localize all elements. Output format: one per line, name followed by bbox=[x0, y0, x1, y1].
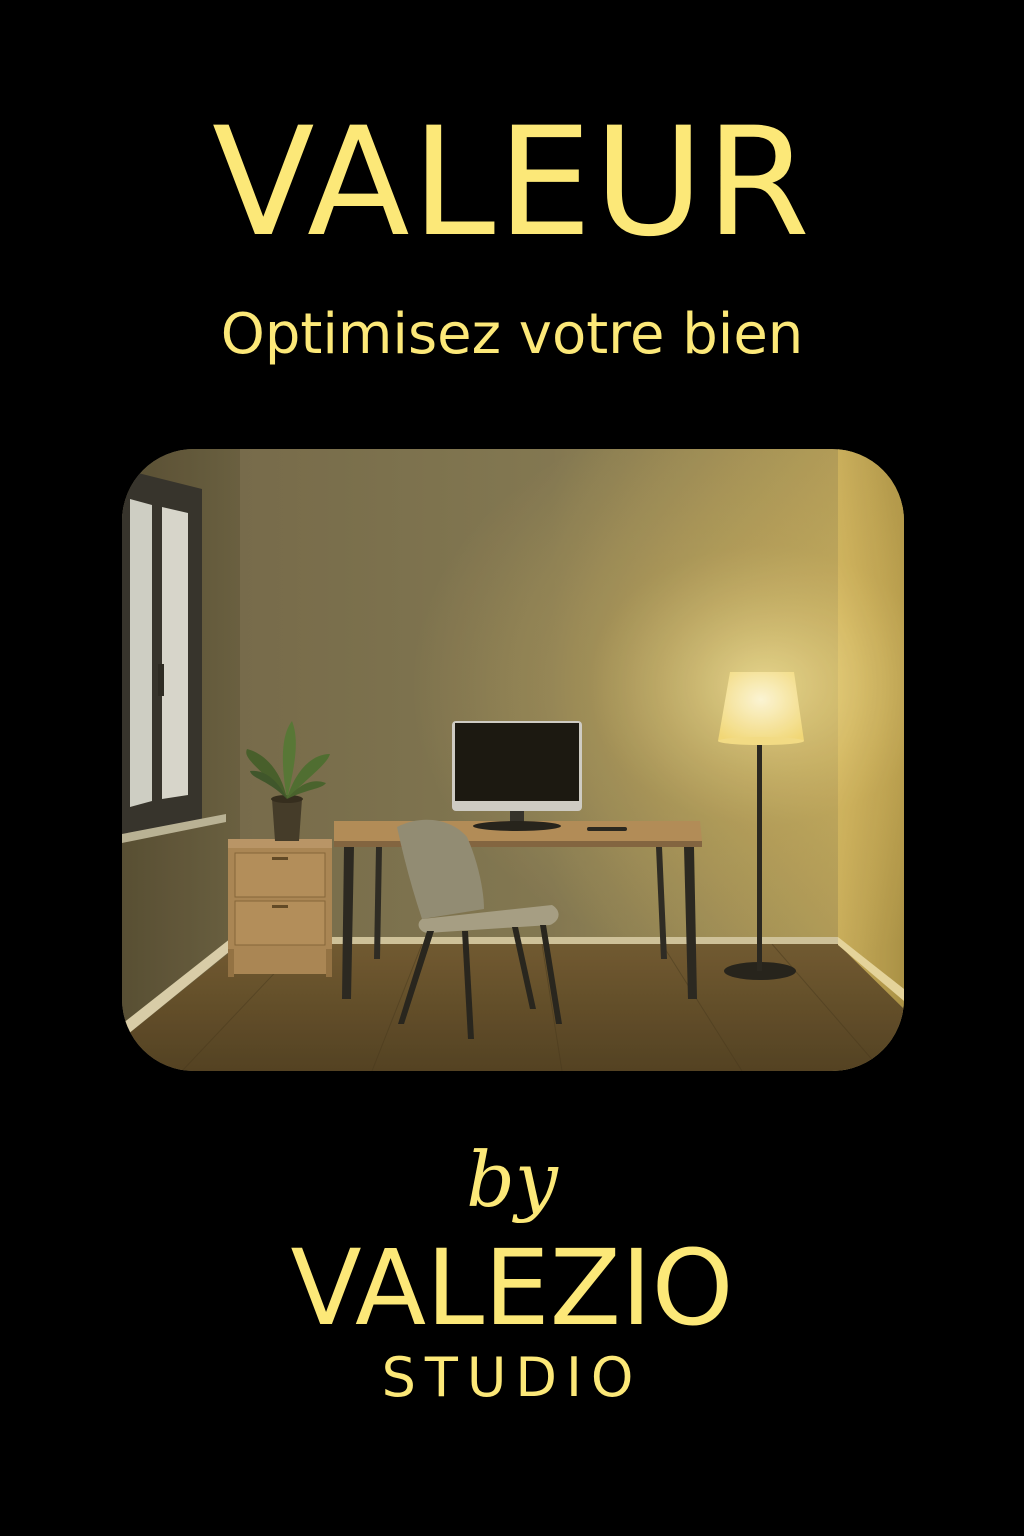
room-photo bbox=[122, 449, 904, 1071]
brand-name: VALEZIO bbox=[290, 1227, 734, 1349]
headline: VALEUR bbox=[212, 96, 812, 270]
by-label: by bbox=[466, 1135, 558, 1224]
subline: Optimisez votre bien bbox=[220, 302, 804, 367]
brand-subtitle: STUDIO bbox=[381, 1346, 643, 1409]
room-illustration bbox=[122, 449, 904, 1071]
poster: VALEUR Optimisez votre bien by VALEZIO S… bbox=[0, 0, 1024, 1536]
